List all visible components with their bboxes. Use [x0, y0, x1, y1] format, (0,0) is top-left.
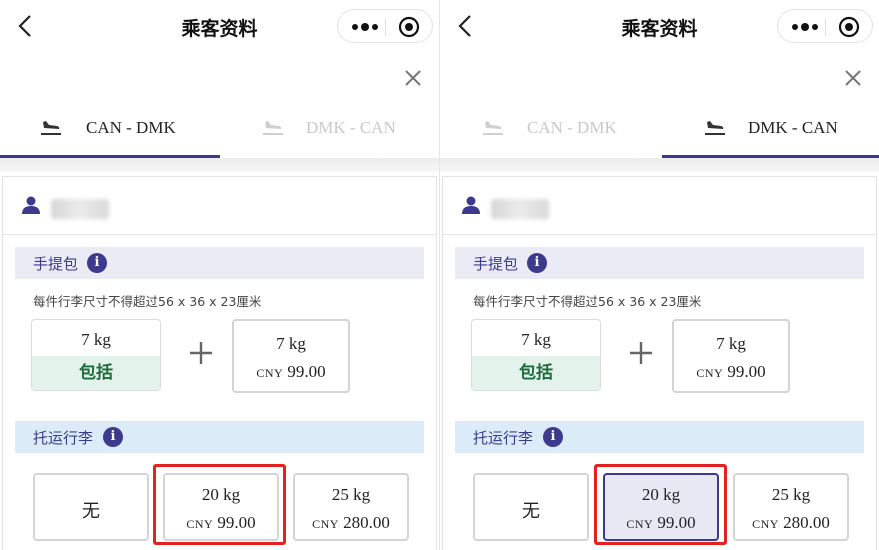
tab-dmk-can[interactable]: DMK - CAN: [662, 100, 879, 158]
plane-landing-icon: [38, 114, 64, 140]
cabin-bag-section-header: 手提包 i: [15, 247, 424, 279]
tabs-shadow: [0, 158, 439, 172]
bag-weight: 7 kg: [521, 330, 551, 349]
section-title: 手提包: [33, 255, 79, 273]
bag-price: CNY 99.00: [256, 362, 326, 381]
flight-tabs: CAN - DMK DMK - CAN: [0, 100, 439, 158]
tab-can-dmk[interactable]: CAN - DMK: [0, 100, 220, 158]
target-icon[interactable]: [838, 16, 860, 38]
included-tag: 包括: [32, 356, 160, 390]
cabin-bag-section-header: 手提包 i: [455, 247, 864, 279]
more-dots-icon[interactable]: [350, 19, 380, 35]
divider: [3, 234, 436, 235]
checked-bag-none-option[interactable]: 无: [473, 473, 589, 541]
capsule-divider: [385, 18, 386, 36]
nav-bar: 乘客资料: [0, 0, 439, 54]
none-label: 无: [82, 501, 100, 522]
passenger-name-blurred: [51, 199, 109, 219]
tab-label: DMK - CAN: [306, 118, 396, 137]
plane-landing-icon: [702, 114, 728, 140]
bag-weight: 7 kg: [716, 334, 746, 353]
tab-label: CAN - DMK: [527, 118, 617, 137]
section-title: 托运行李: [33, 429, 94, 447]
mini-program-capsule: [777, 9, 873, 43]
bag-weight: 25 kg: [771, 485, 811, 504]
highlight-box: [594, 464, 727, 545]
highlight-box: [153, 464, 286, 545]
close-icon[interactable]: [843, 68, 863, 88]
info-icon[interactable]: i: [103, 427, 123, 447]
info-icon[interactable]: i: [527, 253, 547, 273]
info-icon[interactable]: i: [87, 253, 107, 273]
included-cabin-bag: 7 kg 包括: [31, 319, 161, 391]
capsule-divider: [825, 18, 826, 36]
mini-program-capsule: [337, 9, 433, 43]
addon-cabin-bag-option[interactable]: 7 kg CNY 99.00: [232, 319, 350, 393]
left-panel: 乘客资料 CAN - DMK DMK - CAN 手提包 i 每件行李尺寸不得超…: [0, 0, 439, 550]
flight-tabs: CAN - DMK DMK - CAN: [440, 100, 879, 158]
checked-bag-section-header: 托运行李 i: [455, 421, 864, 453]
section-title: 托运行李: [473, 429, 534, 447]
more-dots-icon[interactable]: [790, 19, 820, 35]
included-tag: 包括: [472, 356, 600, 390]
bag-weight: 25 kg: [331, 485, 371, 504]
addon-cabin-bag-option[interactable]: 7 kg CNY 99.00: [672, 319, 790, 393]
tab-can-dmk[interactable]: CAN - DMK: [440, 100, 660, 158]
bag-price: CNY 280.00: [752, 513, 830, 532]
user-icon: [461, 195, 481, 215]
tab-dmk-can[interactable]: DMK - CAN: [220, 100, 439, 158]
checked-bag-section-header: 托运行李 i: [15, 421, 424, 453]
plane-landing-icon: [480, 114, 506, 140]
cabin-bag-note: 每件行李尺寸不得超过56 x 36 x 23厘米: [473, 294, 702, 309]
user-icon: [21, 195, 41, 215]
bag-price: CNY 99.00: [696, 362, 766, 381]
right-panel: 乘客资料 CAN - DMK DMK - CAN 手提包 i 每件行李尺寸不得超…: [440, 0, 879, 550]
cabin-bag-note: 每件行李尺寸不得超过56 x 36 x 23厘米: [33, 294, 262, 309]
included-cabin-bag: 7 kg 包括: [471, 319, 601, 391]
target-icon[interactable]: [398, 16, 420, 38]
tab-label: DMK - CAN: [748, 118, 838, 137]
tabs-shadow: [440, 158, 879, 172]
section-title: 手提包: [473, 255, 519, 273]
bag-price: CNY 280.00: [312, 513, 390, 532]
bag-weight: 7 kg: [276, 334, 306, 353]
nav-bar: 乘客资料: [440, 0, 879, 54]
plus-icon: [187, 339, 215, 367]
none-label: 无: [522, 501, 540, 522]
tab-label: CAN - DMK: [86, 118, 176, 137]
passenger-name-blurred: [491, 199, 549, 219]
checked-bag-25kg-option[interactable]: 25 kg CNY 280.00: [733, 473, 849, 541]
divider: [443, 234, 876, 235]
plane-landing-icon: [260, 114, 286, 140]
info-icon[interactable]: i: [543, 427, 563, 447]
checked-bag-none-option[interactable]: 无: [33, 473, 149, 541]
bag-weight: 7 kg: [81, 330, 111, 349]
close-icon[interactable]: [403, 68, 423, 88]
checked-bag-25kg-option[interactable]: 25 kg CNY 280.00: [293, 473, 409, 541]
plus-icon: [627, 339, 655, 367]
